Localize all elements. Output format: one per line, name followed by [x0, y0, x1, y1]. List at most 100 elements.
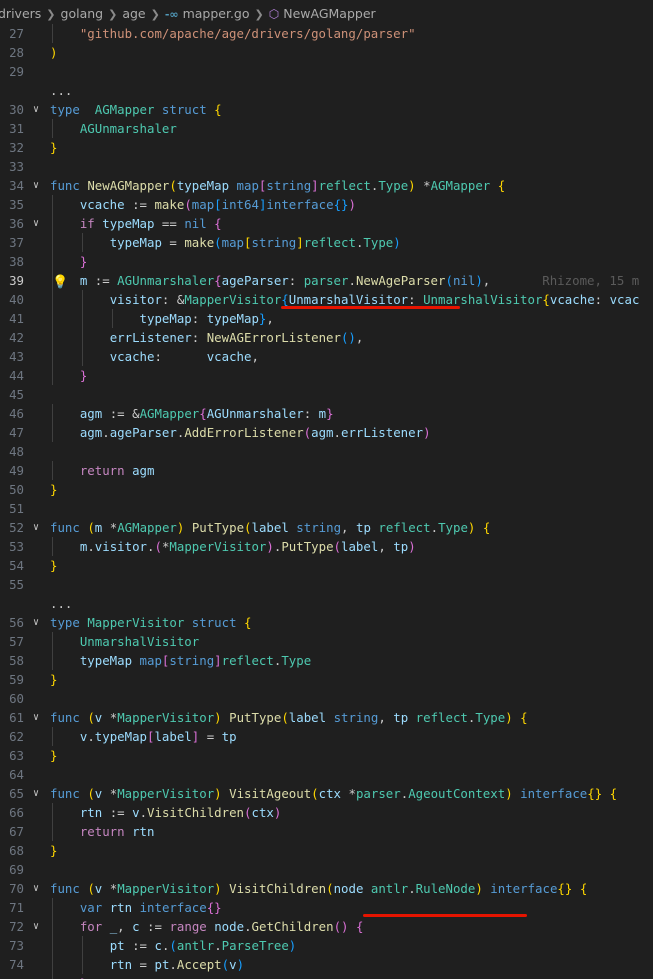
code-line[interactable]: 70 ∨ func (v *MapperVisitor) VisitChildren… [0, 879, 653, 898]
code-line[interactable]: 39 m := AGUnmarshaler{ageParser: parser.… [0, 271, 653, 290]
code-line[interactable]: 74 rtn = pt.Accept(v) [0, 955, 653, 974]
code-line[interactable]: 33 [0, 157, 653, 176]
breadcrumb-item-golang[interactable]: golang [61, 6, 104, 21]
code-line[interactable]: 48 [0, 442, 653, 461]
code-line[interactable]: 37 typeMap = make(map[string]reflect.Typ… [0, 233, 653, 252]
breadcrumb-item-file[interactable]: mapper.go [183, 6, 250, 21]
code-line[interactable]: 31 AGUnmarshaler [0, 119, 653, 138]
code-line[interactable]: 67 return rtn [0, 822, 653, 841]
code-line[interactable]: 58 typeMap map[string]reflect.Type [0, 651, 653, 670]
fold-chevron-icon[interactable]: ∨ [33, 879, 39, 898]
code-line[interactable]: 57 UnmarshalVisitor [0, 632, 653, 651]
code-line[interactable]: 65 ∨ func (v *MapperVisitor) VisitAgeout(c… [0, 784, 653, 803]
code-line[interactable]: 60 [0, 689, 653, 708]
code-token: typeMap [94, 729, 147, 744]
code-line[interactable]: 72 ∨ for _, c := range node.GetChildren()… [0, 917, 653, 936]
code-line[interactable]: 30 ∨ type AGMapper struct { [0, 100, 653, 119]
code-token: AGUnmarshaler [117, 273, 215, 288]
code-line[interactable]: 45 [0, 385, 653, 404]
line-number: 29 [9, 64, 24, 79]
code-line[interactable]: 28) [0, 43, 653, 62]
code-line[interactable]: 46 agm := &AGMapper{AGUnmarshaler: m} [0, 404, 653, 423]
code-line[interactable]: 43 vcache: vcache, [0, 347, 653, 366]
code-line[interactable]: 52 ∨ func (m *AGMapper) PutType(label stri… [0, 518, 653, 537]
breadcrumb-item-symbol[interactable]: NewAGMapper [283, 6, 375, 21]
code-line[interactable]: 49 return agm [0, 461, 653, 480]
line-number: 59 [9, 672, 24, 687]
breadcrumb-item-age[interactable]: age [122, 6, 145, 21]
code-token: rtn [132, 824, 155, 839]
code-text: } [50, 252, 87, 271]
code-line[interactable]: 53 m.visitor.(*MapperVisitor).PutType(la… [0, 537, 653, 556]
code-line[interactable]: 62 v.typeMap[label] = tp [0, 727, 653, 746]
code-line[interactable]: ... [0, 81, 653, 100]
line-number: 49 [9, 463, 24, 478]
indent-guide [81, 955, 83, 974]
code-line[interactable]: 61 ∨ func (v *MapperVisitor) PutType(label… [0, 708, 653, 727]
fold-chevron-icon[interactable]: ∨ [33, 176, 39, 195]
code-editor[interactable]: 27 "github.com/apache/age/drivers/golang… [0, 20, 653, 979]
code-line[interactable]: ... [0, 594, 653, 613]
code-line[interactable]: 36 ∨ if typeMap == nil { [0, 214, 653, 233]
code-line[interactable]: 34 ∨ func NewAGMapper(typeMap map[string]r… [0, 176, 653, 195]
code-line[interactable]: 55 [0, 575, 653, 594]
code-token: ( [87, 786, 95, 801]
code-token: ( [87, 520, 95, 535]
fold-chevron-icon[interactable]: ∨ [33, 518, 39, 537]
code-token: antlr [176, 938, 215, 953]
breadcrumb-item-drivers[interactable]: drivers [0, 6, 41, 21]
code-line[interactable]: 32} [0, 138, 653, 157]
code-token: MapperVisitor [117, 881, 215, 896]
code-text: } [50, 366, 87, 385]
fold-chevron-icon[interactable]: ∨ [33, 613, 39, 632]
code-token: for [79, 919, 103, 934]
code-line[interactable]: 73 pt := c.(antlr.ParseTree) [0, 936, 653, 955]
code-line[interactable]: 50} [0, 480, 653, 499]
fold-chevron-icon[interactable]: ∨ [33, 708, 39, 727]
code-line[interactable]: 56 ∨ type MapperVisitor struct { [0, 613, 653, 632]
code-line[interactable]: 54} [0, 556, 653, 575]
indent-guide [52, 917, 53, 936]
fold-chevron-icon[interactable]: ∨ [33, 100, 39, 119]
code-line[interactable]: 38 } [0, 252, 653, 271]
fold-chevron-icon[interactable]: ∨ [33, 917, 39, 936]
code-line[interactable]: 66 rtn := v.VisitChildren(ctx) [0, 803, 653, 822]
code-line[interactable]: 69 [0, 860, 653, 879]
code-token: Type [281, 653, 312, 668]
code-token: ] [214, 653, 222, 668]
code-token: ) [408, 539, 416, 554]
code-line[interactable]: 29 [0, 62, 653, 81]
code-line[interactable]: 41 typeMap: typeMap}, [0, 309, 653, 328]
code-token: ageParser [221, 273, 289, 288]
code-line[interactable]: 47 agm.ageParser.AddErrorListener(agm.er… [0, 423, 653, 442]
code-text: typeMap: typeMap}, [50, 309, 274, 328]
fold-chevron-icon[interactable]: ∨ [33, 784, 39, 803]
code-line[interactable]: 64 [0, 765, 653, 784]
code-line[interactable]: 75 } [0, 974, 653, 979]
indent-guide [81, 936, 83, 955]
code-token: NewAGMapper [87, 178, 170, 193]
code-line[interactable]: 71 var rtn interface{} [0, 898, 653, 917]
code-line[interactable]: 59} [0, 670, 653, 689]
code-line[interactable]: 42 errListener: NewAGErrorListener(), [0, 328, 653, 347]
indent-guide [52, 423, 53, 442]
indent-guide [52, 24, 53, 43]
fold-chevron-icon[interactable]: ∨ [33, 214, 39, 233]
code-line[interactable]: 68} [0, 841, 653, 860]
code-token: return [79, 824, 125, 839]
code-token: ) [214, 786, 222, 801]
code-line[interactable]: 27 "github.com/apache/age/drivers/golang… [0, 24, 653, 43]
code-line[interactable]: 51 [0, 499, 653, 518]
code-line[interactable]: 35 vcache := make(map[int64]interface{}) [0, 195, 653, 214]
code-line[interactable]: 63} [0, 746, 653, 765]
code-line[interactable]: 44 } [0, 366, 653, 385]
indent-guide [52, 347, 53, 366]
